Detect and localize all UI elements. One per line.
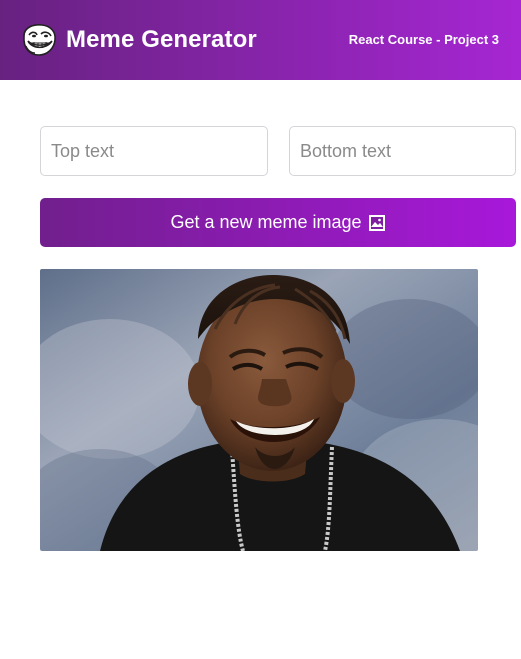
- project-label: React Course - Project 3: [348, 32, 499, 47]
- get-meme-button[interactable]: Get a new meme image: [40, 198, 516, 247]
- app-header: Meme Generator React Course - Project 3: [0, 0, 521, 80]
- framed-picture-icon: [368, 214, 385, 231]
- top-text-input[interactable]: [40, 126, 268, 176]
- meme-image: [40, 269, 478, 551]
- get-meme-button-label: Get a new meme image: [170, 212, 362, 232]
- app-title: Meme Generator: [66, 26, 257, 53]
- bottom-text-input[interactable]: [289, 126, 516, 176]
- troll-face-icon: [23, 24, 56, 56]
- meme-photo: [40, 269, 478, 551]
